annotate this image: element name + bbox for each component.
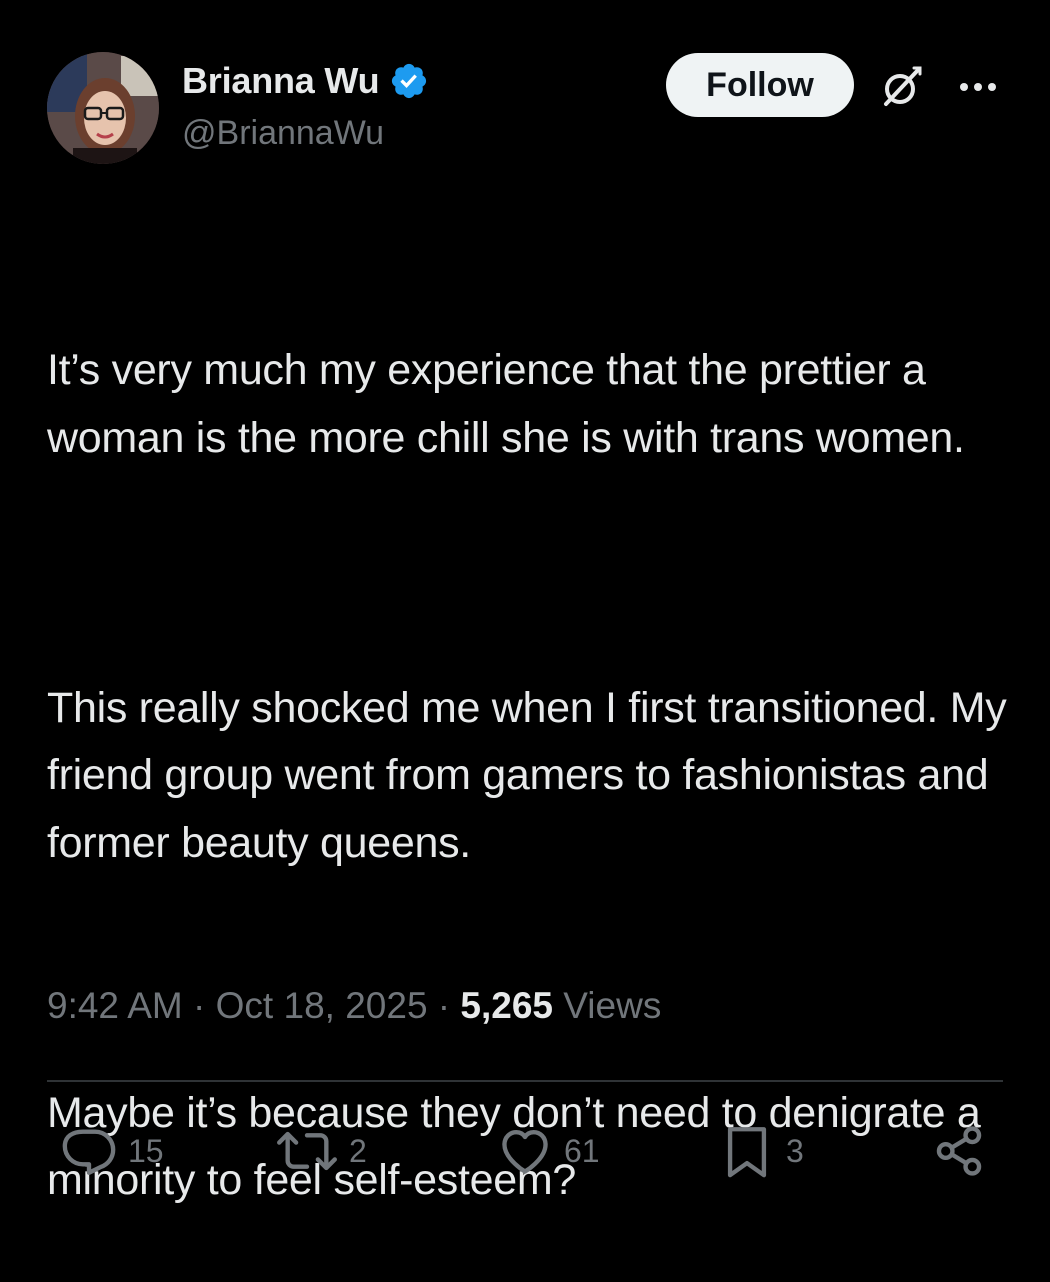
bookmark-count: 3 bbox=[786, 1132, 804, 1169]
grok-icon[interactable] bbox=[876, 62, 926, 112]
repost-button[interactable]: 2 bbox=[275, 1122, 367, 1180]
tweet-date[interactable]: Oct 18, 2025 bbox=[216, 985, 428, 1026]
follow-button[interactable]: Follow bbox=[666, 53, 854, 117]
avatar[interactable] bbox=[47, 52, 159, 164]
tweet-paragraph-2: This really shocked me when I first tran… bbox=[47, 683, 1019, 867]
repost-count: 2 bbox=[349, 1132, 367, 1169]
reply-count: 15 bbox=[128, 1132, 164, 1169]
bookmark-icon bbox=[727, 1127, 767, 1178]
tweet-text: It’s very much my experience that the pr… bbox=[47, 202, 1017, 1282]
heart-icon bbox=[502, 1129, 548, 1174]
tweet-meta: 9:42 AM · Oct 18, 2025 · 5,265 Views bbox=[47, 985, 661, 1027]
divider bbox=[47, 1080, 1003, 1082]
share-button[interactable] bbox=[930, 1122, 988, 1180]
verified-badge-icon[interactable] bbox=[389, 61, 429, 101]
views-count: 5,265 bbox=[460, 985, 554, 1026]
like-button[interactable]: 61 bbox=[496, 1122, 600, 1180]
bookmark-button[interactable]: 3 bbox=[718, 1122, 804, 1180]
like-count: 61 bbox=[564, 1132, 600, 1169]
avatar-image bbox=[47, 52, 159, 164]
views-label: Views bbox=[563, 985, 662, 1026]
repost-icon bbox=[277, 1131, 337, 1171]
name-row: Brianna Wu bbox=[182, 58, 429, 104]
display-name[interactable]: Brianna Wu bbox=[182, 60, 380, 102]
meta-separator-1: · bbox=[182, 985, 216, 1026]
tweet-paragraph-1: It’s very much my experience that the pr… bbox=[47, 346, 965, 462]
tweet-header: Brianna Wu @BriannaWu Follow bbox=[0, 0, 1050, 180]
more-horizontal-icon[interactable] bbox=[955, 64, 1001, 110]
reply-button[interactable]: 15 bbox=[60, 1122, 164, 1180]
meta-separator-2: · bbox=[427, 985, 461, 1026]
reply-icon bbox=[62, 1129, 116, 1175]
share-icon bbox=[936, 1126, 982, 1176]
user-handle[interactable]: @BriannaWu bbox=[182, 114, 384, 153]
tweet-time[interactable]: 9:42 AM bbox=[47, 985, 183, 1026]
